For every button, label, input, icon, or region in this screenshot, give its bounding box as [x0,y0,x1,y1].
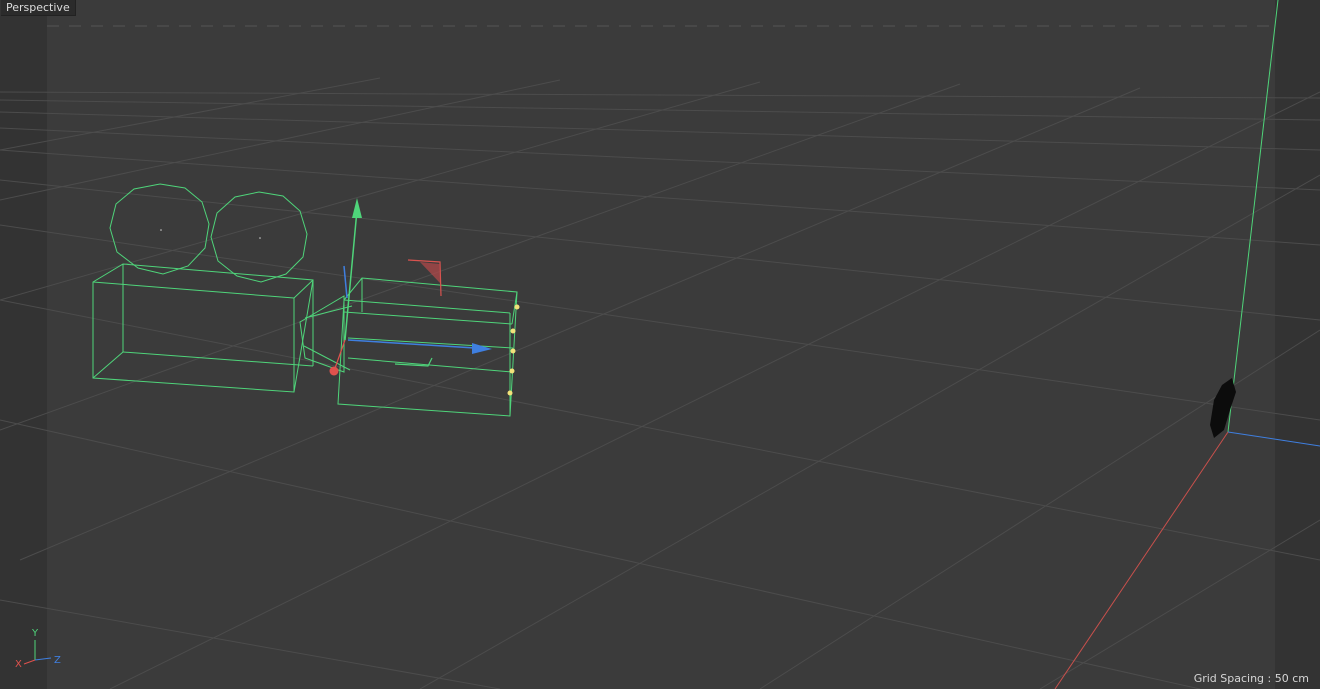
axis-label-x: X [15,659,22,670]
move-gizmo[interactable] [329,198,493,376]
reel-center-dot [259,237,261,239]
world-axis-y [1227,0,1279,433]
gizmo-arrow-y[interactable] [352,198,362,218]
axis-label-y: Y [31,628,39,639]
safe-frame-left [0,0,47,689]
gizmo-arrow-z[interactable] [472,343,492,354]
world-axis-x [1054,431,1229,689]
gizmo-axis-y[interactable] [344,209,358,341]
gizmo-rot-z[interactable] [343,265,348,299]
reel-center-dot [160,229,162,231]
axis-label-z: Z [54,655,61,666]
grid-spacing-readout: Grid Spacing : 50 cm [1193,672,1309,685]
scene-canvas[interactable]: Y X Z [0,0,1320,689]
gizmo-axis-z[interactable] [347,339,476,349]
gizmo-plane-fill [420,262,440,283]
floor-grid [0,77,1320,689]
viewport-perspective[interactable]: Y X Z Perspective Grid Spacing : 50 cm [0,0,1320,689]
camera-object-wireframe[interactable] [92,183,518,417]
origin-object-icon[interactable] [1210,378,1236,438]
view-name-label[interactable]: Perspective [1,0,76,16]
